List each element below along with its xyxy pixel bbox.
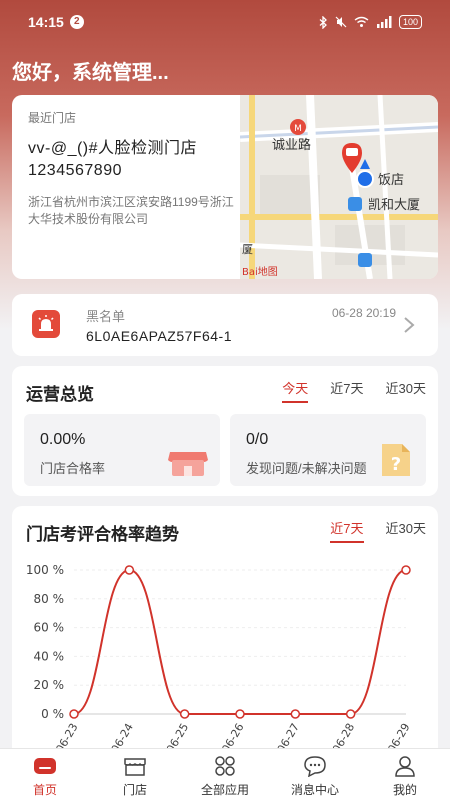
tab-today[interactable]: 今天 xyxy=(282,378,309,403)
data-point xyxy=(179,709,190,719)
notification-count-badge: 2 xyxy=(69,15,84,29)
map-road-label: 诚业路 xyxy=(272,137,311,153)
alert-time: 06-28 20:19 xyxy=(331,306,396,320)
x-tick-label: 06-25 xyxy=(164,721,191,750)
nav-all-apps-label: 全部应用 xyxy=(200,783,249,797)
bluetooth-icon xyxy=(319,15,327,29)
status-time: 14:15 xyxy=(28,14,64,30)
nav-home[interactable]: 首页 xyxy=(0,749,90,800)
map-graphic: M 诚业路 饭店 凯和大厦 厦 Bai地图 xyxy=(240,95,438,279)
svg-text:M: M xyxy=(294,124,302,134)
bottom-navigation: 首页 门店 全部应用 消息中心 我的 xyxy=(0,748,450,800)
x-tick-label: 06-29 xyxy=(385,721,412,750)
x-tick-label: 06-27 xyxy=(275,721,302,750)
store-icon xyxy=(168,452,208,476)
svg-text:?: ? xyxy=(391,454,401,475)
operations-overview-card: 运营总览 今天 近7天 近30天 0.00% 门店合格率 0/0 发现问题/未解… xyxy=(12,366,438,496)
trend-card: 门店考评合格率趋势 近7天 近30天 0 % 20 % 40 % 60 % 80 % 10… xyxy=(12,506,438,750)
chevron-right-icon xyxy=(404,317,415,333)
data-point xyxy=(124,565,135,575)
mute-icon xyxy=(335,16,347,28)
pass-rate-label: 门店合格率 xyxy=(40,461,106,476)
store-name: vv-@_()#人脸检测门店1234567890 xyxy=(28,140,198,179)
data-point xyxy=(290,709,301,719)
alarm-icon xyxy=(32,310,60,338)
data-point xyxy=(235,709,245,719)
data-point xyxy=(69,709,79,719)
map-logo: Bai地图 xyxy=(242,265,278,278)
status-icons: 100 xyxy=(319,15,422,29)
store-pass-rate-stat[interactable]: 0.00% 门店合格率 xyxy=(24,414,220,486)
data-point xyxy=(401,565,411,575)
operations-title: 运营总览 xyxy=(26,385,94,404)
store-address: 浙江省杭州市滨江区滨安路1199号浙江大华技术股份有限公司 xyxy=(28,195,234,226)
message-icon xyxy=(304,756,326,777)
y-tick-label: 20 % xyxy=(34,678,65,692)
data-point xyxy=(345,709,356,719)
map-poi-partial: 厦 xyxy=(242,243,253,256)
trend-line-chart: 0 % 20 % 40 % 60 % 80 % 100 % 06-23 06-24 06-25 0… xyxy=(26,563,413,750)
x-tick-label: 06-24 xyxy=(109,721,136,750)
y-tick-label: 80 % xyxy=(34,592,65,606)
tab-7-days[interactable]: 近7天 xyxy=(330,378,363,403)
nav-all-apps[interactable]: 全部应用 xyxy=(180,749,270,800)
issues-value: 0/0 xyxy=(246,431,269,448)
nav-messages[interactable]: 消息中心 xyxy=(270,749,360,800)
alert-code: 6L0AE6APAZ57F64-1 xyxy=(86,328,232,344)
nav-profile-label: 我的 xyxy=(392,783,417,797)
question-doc-icon: ? xyxy=(382,444,410,476)
home-icon xyxy=(34,758,56,774)
alert-type: 黑名单 xyxy=(86,309,126,324)
y-tick-label: 100 % xyxy=(26,563,64,577)
y-tick-label: 40 % xyxy=(34,649,65,663)
nav-messages-label: 消息中心 xyxy=(290,783,339,797)
x-tick-label: 06-23 xyxy=(53,721,80,750)
x-tick-label: 06-28 xyxy=(330,721,357,750)
map-poi-hotel: 饭店 xyxy=(378,173,404,188)
nav-home-label: 首页 xyxy=(32,783,57,797)
signal-icon xyxy=(376,16,392,28)
nav-store[interactable]: 门店 xyxy=(90,749,180,800)
wifi-icon xyxy=(354,16,369,27)
battery-indicator: 100 xyxy=(398,15,422,29)
apps-icon xyxy=(215,756,235,776)
recent-store-label: 最近门店 xyxy=(28,111,77,125)
status-bar: 14:15 2 100 xyxy=(0,0,450,44)
greeting-text: 您好，系统管理... xyxy=(12,62,169,84)
alert-notification-card[interactable]: 黑名单 06-28 20:19 6L0AE6APAZ57F64-1 xyxy=(12,294,438,356)
issues-stat[interactable]: 0/0 发现问题/未解决问题 ? xyxy=(230,414,426,486)
map-poi-building: 凯和大厦 xyxy=(368,198,420,213)
nav-store-label: 门店 xyxy=(122,783,147,797)
operations-tabs: 今天 近7天 近30天 xyxy=(282,378,426,403)
x-tick-label: 06-26 xyxy=(219,721,246,750)
trend-series-line xyxy=(73,568,407,715)
y-tick-label: 0 % xyxy=(41,707,64,721)
store-icon xyxy=(124,758,146,776)
nav-profile[interactable]: 我的 xyxy=(360,749,450,800)
store-map[interactable]: M 诚业路 饭店 凯和大厦 厦 Bai地图 xyxy=(240,95,438,279)
tab-30-days[interactable]: 近30天 xyxy=(386,378,426,403)
pass-rate-value: 0.00% xyxy=(40,431,86,448)
store-info: 最近门店 vv-@_()#人脸检测门店1234567890 浙江省杭州市滨江区滨… xyxy=(28,109,238,228)
profile-icon xyxy=(395,756,415,777)
y-tick-label: 60 % xyxy=(34,621,65,635)
issues-label: 发现问题/未解决问题 xyxy=(246,461,367,476)
recent-store-card[interactable]: 最近门店 vv-@_()#人脸检测门店1234567890 浙江省杭州市滨江区滨… xyxy=(12,95,438,279)
